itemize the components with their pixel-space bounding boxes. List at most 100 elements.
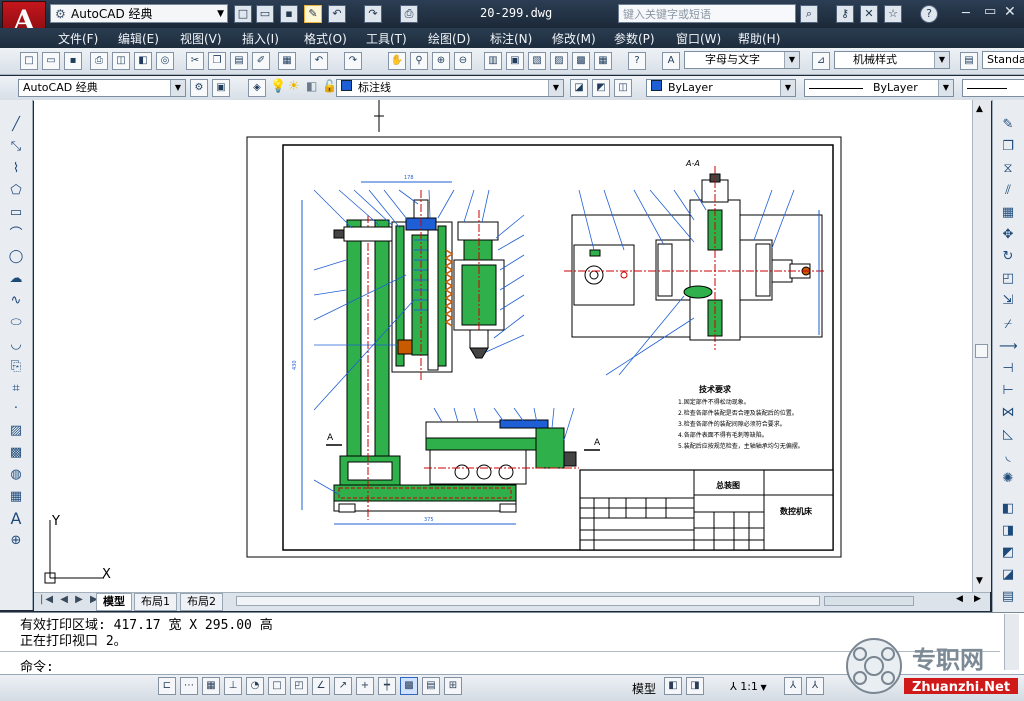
lineweight-select[interactable] [962,79,1024,97]
text-front-icon[interactable]: ▤ [999,588,1017,606]
annotation-visibility-icon[interactable]: ⅄ [784,677,802,695]
match-properties-icon[interactable]: ✐ [252,52,270,70]
menu-help[interactable]: 帮助(H) [738,30,780,47]
gradient-icon[interactable]: ▩ [7,444,25,462]
tab-model[interactable]: 模型 [96,593,132,611]
menu-window[interactable]: 窗口(W) [676,30,721,47]
insert-block-icon[interactable]: ⎘ [7,358,25,376]
fillet-icon[interactable]: ◟ [999,448,1017,466]
plot-icon[interactable]: ⎙ [400,5,418,23]
revision-cloud-icon[interactable]: ☁ [7,270,25,288]
grid-icon[interactable]: ▦ [202,677,220,695]
arc-icon[interactable]: ⌒ [7,226,25,244]
dynamic-input-icon[interactable]: + [356,677,374,695]
redo-icon[interactable]: ↷ [364,5,382,23]
command-prompt[interactable]: 命令: [20,656,54,675]
join-icon[interactable]: ⋈ [999,404,1017,422]
region-icon[interactable]: ◍ [7,466,25,484]
polyline-icon[interactable]: ⌇ [7,160,25,178]
workspace-select[interactable]: AutoCAD 经典 ▼ [18,79,186,97]
scroll-up-icon[interactable]: ▲ [976,104,983,114]
ortho-icon[interactable]: ⊥ [224,677,242,695]
rectangle-icon[interactable]: ▭ [7,204,25,222]
new-icon[interactable]: □ [20,52,38,70]
extend-icon[interactable]: ⟶ [999,338,1018,356]
help-icon-2[interactable]: ? [628,52,646,70]
ducs-icon[interactable]: ↗ [334,677,352,695]
add-selected-icon[interactable]: ⊕ [7,532,25,550]
layer-properties-icon[interactable]: ◈ [248,79,266,97]
menu-tools[interactable]: 工具(T) [366,30,407,47]
scroll-right-icon[interactable]: ▶ [974,594,981,604]
circle-icon[interactable]: ◯ [7,248,25,266]
vertical-scrollbar[interactable]: ▲ ▼ [972,100,991,592]
undo-icon-2[interactable]: ↶ [310,52,328,70]
move-icon[interactable]: ✥ [999,226,1017,244]
zoom-window-icon[interactable]: ⊕ [432,52,450,70]
ellipse-arc-icon[interactable]: ◡ [7,336,25,354]
close-icon[interactable]: ✕ [1004,4,1016,20]
trim-icon[interactable]: ⌿ [999,316,1017,334]
explode-icon[interactable]: ✺ [999,470,1017,488]
annotation-scale[interactable]: ⅄ 1:1 ▼ [730,680,767,693]
polygon-icon[interactable]: ⬠ [7,182,25,200]
quick-view-drawings-icon[interactable]: ◨ [686,677,704,695]
sun-icon[interactable]: ☀ [288,79,304,97]
break-at-point-icon[interactable]: ⊣ [999,360,1017,378]
polar-icon[interactable]: ◔ [246,677,264,695]
menu-parametric[interactable]: 参数(P) [614,30,655,47]
3d-print-icon[interactable]: ◎ [156,52,174,70]
zoom-previous-icon[interactable]: ⊖ [454,52,472,70]
tab-layout1[interactable]: 布局1 [134,593,177,611]
stretch-icon[interactable]: ⇲ [999,292,1017,310]
offset-icon[interactable]: ⫽ [999,182,1017,200]
draworder-above-icon[interactable]: ◩ [999,544,1017,562]
scroll-down-icon[interactable]: ▼ [976,576,983,586]
lightbulb-icon[interactable]: 💡 [270,79,286,97]
scroll-thumb[interactable] [975,344,988,358]
selection-cycling-icon[interactable]: ⊞ [444,677,462,695]
break-icon[interactable]: ⊢ [999,382,1017,400]
redo-icon-2[interactable]: ↷ [344,52,362,70]
layer-previous-icon[interactable]: ◩ [592,79,610,97]
layer-state-icon[interactable]: ◫ [614,79,632,97]
chamfer-icon[interactable]: ◺ [999,426,1017,444]
preview-icon[interactable]: ◫ [112,52,130,70]
table-icon-left[interactable]: ▦ [7,488,25,506]
multiline-text-icon[interactable]: A [7,510,25,528]
spline-icon[interactable]: ∿ [7,292,25,310]
construction-line-icon[interactable]: ⤡ [7,138,25,156]
otrack-icon[interactable]: ∠ [312,677,330,695]
drawing-canvas[interactable]: 375 178 430 A A A-A 技术要求 1.固定部件不得松动现象。 2… [34,100,972,592]
markup-icon[interactable]: ▩ [572,52,590,70]
binoculars-icon[interactable]: ⌕ [800,5,818,23]
table-style-select[interactable]: Standa [982,51,1024,69]
design-center-icon[interactable]: ▣ [506,52,524,70]
snap-icon[interactable]: ⋯ [180,677,198,695]
tool-palettes-icon[interactable]: ▧ [528,52,546,70]
cut-icon[interactable]: ✂ [186,52,204,70]
color-select[interactable]: ByLayer ▼ [646,79,796,97]
calculator-icon[interactable]: ▦ [594,52,612,70]
menu-view[interactable]: 视图(V) [180,30,222,47]
text-style-icon[interactable]: A [662,52,680,70]
menu-dimension[interactable]: 标注(N) [490,30,532,47]
new-file-icon[interactable]: □ [234,5,252,23]
infer-constraints-icon[interactable]: ⊏ [158,677,176,695]
workspace-settings-icon[interactable]: ▣ [212,79,230,97]
open-folder-icon[interactable]: ▭ [256,5,274,23]
ellipse-icon[interactable]: ⬭ [7,314,25,332]
sheet-set-icon[interactable]: ▨ [550,52,568,70]
menu-draw[interactable]: 绘图(D) [428,30,471,47]
horizontal-scroll-thumb[interactable] [824,596,914,606]
transparency-icon[interactable]: ▩ [400,677,418,695]
scale-icon[interactable]: ◰ [999,270,1017,288]
key-icon[interactable]: ⚷ [836,5,854,23]
table-icon[interactable]: ▤ [960,52,978,70]
make-block-icon[interactable]: ⌗ [7,380,25,398]
block-editor-icon[interactable]: ▦ [278,52,296,70]
tab-layout2[interactable]: 布局2 [180,593,223,611]
object-snap-icon[interactable]: □ [268,677,286,695]
hatch-icon[interactable]: ▨ [7,422,25,440]
draworder-front-icon[interactable]: ◧ [999,500,1017,518]
